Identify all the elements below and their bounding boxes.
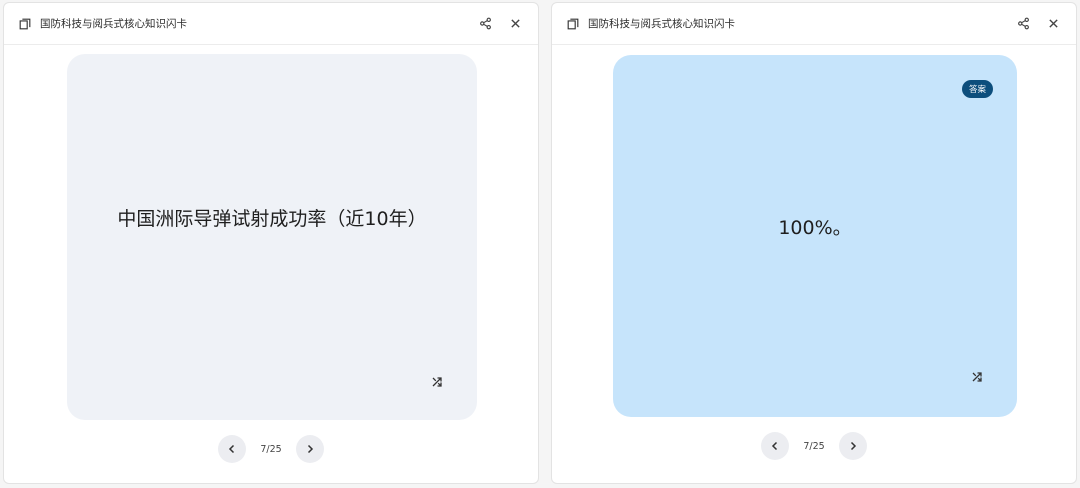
pagination: 7/25 [552, 432, 1076, 460]
panel-header: 国防科技与阅兵式核心知识闪卡 [552, 3, 1076, 45]
next-card-button[interactable] [839, 432, 867, 460]
card-counter: 7/25 [803, 440, 825, 452]
answer-badge: 答案 [961, 80, 993, 98]
chevron-right-icon [307, 444, 314, 454]
card-counter: 7/25 [260, 443, 282, 455]
card-answer-text: 100%。 [778, 217, 852, 239]
flip-icon [972, 372, 982, 382]
deck-icon [567, 18, 579, 29]
close-icon [1048, 19, 1058, 28]
flashcard-answer[interactable]: 答案 100%。 [613, 55, 1017, 417]
close-icon [510, 19, 520, 28]
close-button[interactable] [1042, 13, 1064, 35]
chevron-left-icon [228, 444, 235, 454]
flip-icon [432, 377, 442, 387]
flip-button[interactable] [429, 374, 445, 390]
flashcard-question[interactable]: 中国洲际导弹试射成功率（近10年） [67, 54, 477, 420]
share-button[interactable] [1012, 13, 1034, 35]
flashcard-panel-answer: 国防科技与阅兵式核心知识闪卡 答案 100%。 7/25 [551, 2, 1077, 484]
share-button[interactable] [474, 13, 496, 35]
flip-button[interactable] [969, 369, 985, 385]
chevron-right-icon [850, 441, 857, 451]
previous-card-button[interactable] [218, 435, 246, 463]
flashcard-panel-question: 国防科技与阅兵式核心知识闪卡 中国洲际导弹试射成功率（近10年） 7/25 [3, 2, 539, 484]
pagination: 7/25 [4, 435, 538, 463]
previous-card-button[interactable] [761, 432, 789, 460]
card-question-text: 中国洲际导弹试射成功率（近10年） [117, 208, 427, 230]
deck-title: 国防科技与阅兵式核心知识闪卡 [588, 18, 735, 30]
panel-header: 国防科技与阅兵式核心知识闪卡 [4, 3, 538, 45]
deck-title: 国防科技与阅兵式核心知识闪卡 [40, 18, 187, 30]
deck-icon [19, 18, 31, 29]
close-button[interactable] [504, 13, 526, 35]
share-icon [479, 17, 491, 30]
next-card-button[interactable] [296, 435, 324, 463]
stage: 国防科技与阅兵式核心知识闪卡 中国洲际导弹试射成功率（近10年） 7/25 国防… [0, 0, 1080, 488]
chevron-left-icon [771, 441, 778, 451]
share-icon [1017, 17, 1029, 30]
